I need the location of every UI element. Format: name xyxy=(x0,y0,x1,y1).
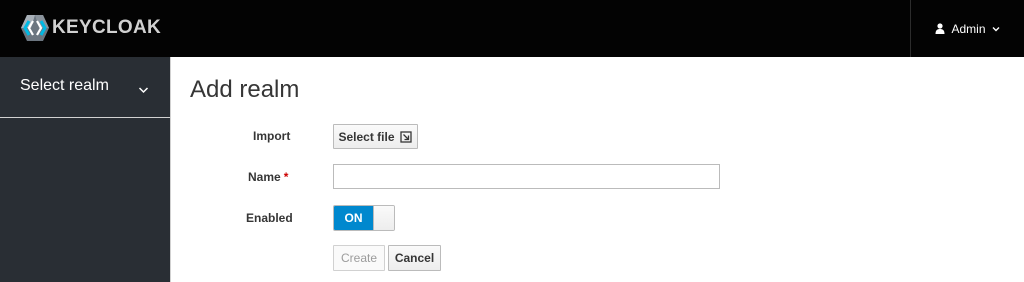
name-label: Name * xyxy=(248,170,288,184)
import-file-icon xyxy=(399,130,413,143)
user-icon xyxy=(935,23,945,34)
top-navbar: KEYCLOAK Admin xyxy=(0,0,1024,57)
import-label: Import xyxy=(253,129,291,143)
page-title: Add realm xyxy=(190,76,300,103)
create-button[interactable]: Create xyxy=(333,245,385,271)
toggle-handle[interactable] xyxy=(373,206,394,230)
user-menu[interactable]: Admin xyxy=(910,0,1024,57)
select-file-button[interactable]: Select file xyxy=(333,124,418,149)
main-content: Add realm Import Select file Name * Enabl… xyxy=(171,57,1024,282)
caret-down-icon xyxy=(992,26,1000,32)
logo-text: KEYCLOAK xyxy=(52,17,162,38)
user-name: Admin xyxy=(951,21,986,36)
enabled-label: Enabled xyxy=(246,211,293,225)
select-file-label: Select file xyxy=(338,129,395,144)
cancel-button[interactable]: Cancel xyxy=(388,245,441,271)
name-input[interactable] xyxy=(333,164,720,189)
toggle-on-label: ON xyxy=(334,206,373,230)
keycloak-logo-icon xyxy=(20,14,50,42)
brand-logo[interactable]: KEYCLOAK xyxy=(20,14,161,42)
required-marker: * xyxy=(283,170,289,184)
enabled-toggle[interactable]: ON xyxy=(333,205,395,231)
sidebar: Select realm xyxy=(0,57,171,282)
name-label-text: Name xyxy=(248,170,281,184)
realm-selector-label: Select realm xyxy=(20,77,109,94)
realm-selector[interactable]: Select realm xyxy=(0,57,170,118)
chevron-down-icon xyxy=(138,81,149,99)
